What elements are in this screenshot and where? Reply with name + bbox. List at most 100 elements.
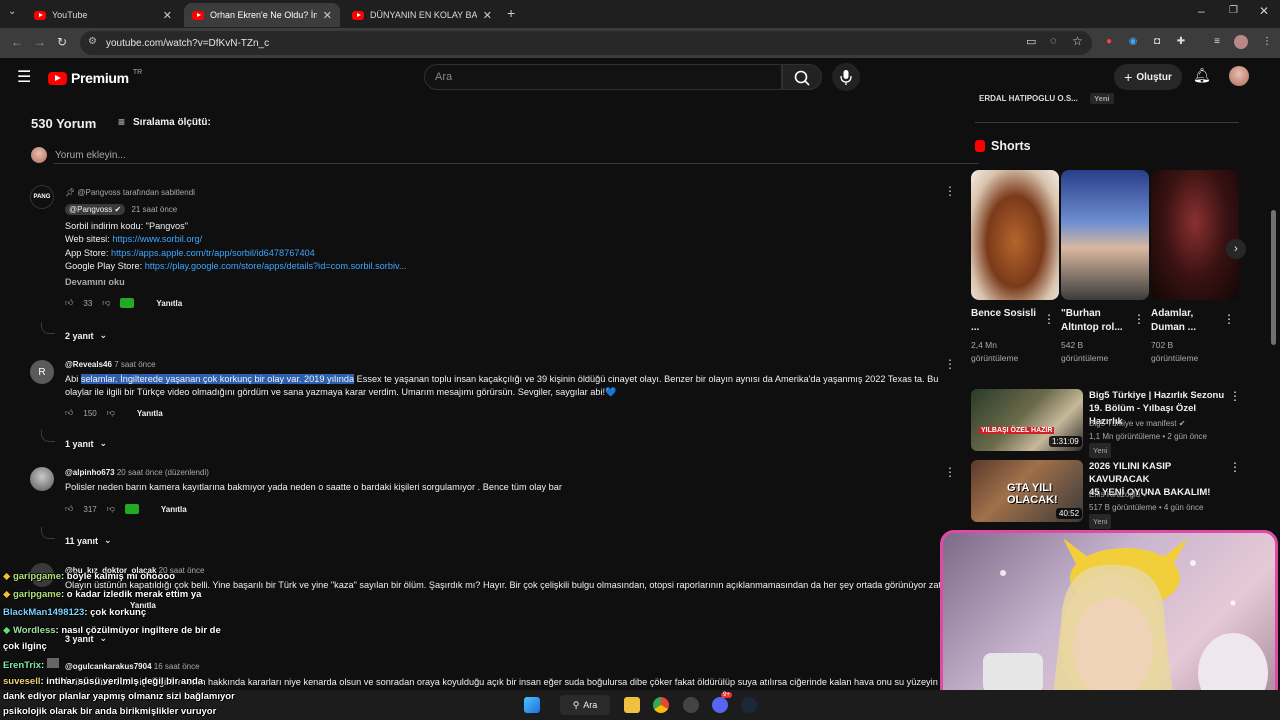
new-tab-icon[interactable]: + bbox=[507, 5, 515, 21]
appstore-link[interactable]: https://apps.apple.com/tr/app/sorbil/id6… bbox=[111, 248, 315, 258]
extension-audio-icon[interactable]: ◉ bbox=[1126, 35, 1140, 49]
replies-toggle[interactable]: 1 yanıt ⌄ bbox=[65, 438, 107, 449]
voice-search-button[interactable] bbox=[832, 63, 860, 91]
like-icon[interactable]: 👍︎ bbox=[65, 504, 73, 514]
tab-youtube[interactable]: YouTube ✕ bbox=[26, 3, 180, 27]
short-menu-icon[interactable]: ⋮ bbox=[1043, 312, 1055, 326]
gplay-link[interactable]: https://play.google.com/store/apps/detai… bbox=[145, 261, 407, 271]
close-icon[interactable]: ✕ bbox=[483, 9, 492, 22]
replies-toggle[interactable]: 2 yanıt ⌄ bbox=[65, 330, 107, 341]
text-segment: Abi bbox=[65, 374, 81, 384]
comment-author[interactable]: @alpinho673 bbox=[65, 468, 115, 477]
chrome-icon[interactable] bbox=[653, 697, 669, 713]
shorts-next-button[interactable]: › bbox=[1226, 239, 1246, 259]
video-thumbnail[interactable]: YILBAŞI ÖZEL HAZIR 1:31:09 bbox=[971, 389, 1083, 451]
tab-active-video[interactable]: Orhan Ekren'e Ne Oldu? İngilte ✕ bbox=[184, 3, 340, 27]
app-gear-icon[interactable] bbox=[683, 697, 699, 713]
notifications-bell-icon[interactable]: 🔔︎ bbox=[1193, 67, 1211, 84]
windows-start-icon[interactable] bbox=[524, 697, 540, 713]
account-avatar[interactable] bbox=[1229, 66, 1249, 86]
search-input[interactable]: Ara bbox=[424, 64, 782, 90]
comment-author[interactable]: @Reveals46 bbox=[65, 360, 112, 369]
add-comment-field[interactable]: Yorum ekleyin... bbox=[31, 147, 979, 164]
video-thumbnail[interactable]: GTA YILI OLACAK! 40:52 bbox=[971, 460, 1083, 522]
reply-button[interactable]: Yanıtla bbox=[137, 409, 163, 418]
reply-button[interactable]: Yanıtla bbox=[161, 505, 187, 514]
reply-button[interactable]: Yanıtla bbox=[156, 299, 182, 308]
web-link[interactable]: https://www.sorbil.org/ bbox=[112, 234, 202, 244]
tab-search-icon[interactable]: ⌄ bbox=[8, 6, 16, 17]
window-close-icon[interactable]: ✕ bbox=[1259, 4, 1269, 18]
bookmark-star-icon[interactable]: ☆ bbox=[1072, 34, 1083, 48]
comment-author-chip[interactable]: @Pangvoss ✔ bbox=[65, 204, 126, 215]
short-title[interactable]: Bence Sosisli ... bbox=[971, 307, 1041, 335]
read-more-link[interactable]: Devamını oku bbox=[65, 276, 125, 289]
hamburger-menu-icon[interactable]: ☰ bbox=[17, 67, 31, 87]
user-avatar[interactable] bbox=[30, 467, 54, 491]
comment-time[interactable]: 16 saat önce bbox=[154, 662, 200, 671]
short-title[interactable]: Adamlar, Duman ... bbox=[1151, 307, 1221, 335]
discord-icon[interactable]: 9+ bbox=[712, 692, 732, 713]
like-icon[interactable]: 👍︎ bbox=[65, 298, 73, 308]
eye-off-icon[interactable]: ◌ bbox=[1050, 35, 1057, 47]
steam-icon[interactable] bbox=[741, 697, 757, 713]
short-title[interactable]: "Burhan Altıntop rol... bbox=[1061, 307, 1131, 335]
profile-avatar-icon[interactable] bbox=[1234, 35, 1248, 49]
tab-label: YouTube bbox=[52, 10, 88, 20]
search-button[interactable] bbox=[782, 64, 822, 90]
video-menu-icon[interactable]: ⋮ bbox=[1229, 460, 1241, 474]
reload-icon[interactable]: ↻ bbox=[57, 35, 67, 49]
back-icon[interactable]: ← bbox=[11, 35, 23, 49]
search-icon: ⚲ bbox=[572, 699, 580, 710]
maximize-icon[interactable]: ❐ bbox=[1229, 5, 1238, 16]
cast-icon[interactable]: ▭ bbox=[1026, 35, 1036, 48]
tab-banka[interactable]: DÜNYANIN EN KOLAY BANKA ✕ bbox=[344, 3, 500, 27]
comment-menu-icon[interactable]: ⋮ bbox=[944, 184, 956, 198]
channel-avatar[interactable]: PANG bbox=[30, 185, 54, 209]
extension-shield-icon[interactable]: ◘ bbox=[1150, 35, 1164, 49]
like-icon[interactable]: 👍︎ bbox=[65, 408, 73, 418]
replies-toggle[interactable]: 11 yanıt ⌄ bbox=[65, 535, 112, 546]
sort-by-button[interactable]: ≡ Sıralama ölçütü: bbox=[118, 115, 211, 129]
short-menu-icon[interactable]: ⋮ bbox=[1223, 312, 1235, 326]
comment-menu-icon[interactable]: ⋮ bbox=[944, 465, 956, 479]
reading-list-icon[interactable]: ≡ bbox=[1210, 35, 1224, 49]
comment-actions: 👍︎ 150 👎︎ Yanıtla bbox=[65, 408, 163, 418]
file-explorer-icon[interactable] bbox=[624, 697, 640, 713]
shorts-title: Shorts bbox=[991, 139, 1031, 153]
channel-line[interactable]: Enis Kirazoglu ✔ bbox=[1089, 488, 1203, 501]
url-field[interactable]: ⚙ youtube.com/watch?v=DfKvN-TZn_c ▭ ◌ ☆ bbox=[80, 31, 1092, 55]
browser-menu-icon[interactable]: ⋮ bbox=[1260, 35, 1274, 49]
extensions-puzzle-icon[interactable]: ✚ bbox=[1174, 35, 1188, 49]
short-thumbnail[interactable] bbox=[1151, 170, 1239, 300]
short-thumbnail[interactable] bbox=[1061, 170, 1149, 300]
site-info-icon[interactable]: ⚙ bbox=[88, 36, 97, 47]
comment-time[interactable]: 21 saat önce bbox=[131, 205, 177, 214]
comment-author[interactable]: @ogulcankarakus7904 bbox=[65, 662, 152, 671]
extension-red-icon[interactable]: ● bbox=[1102, 35, 1116, 49]
page-scrollbar-thumb[interactable] bbox=[1271, 210, 1276, 345]
views-and-date: 517 B görüntüleme • 4 gün önce bbox=[1089, 503, 1204, 512]
close-icon[interactable]: ✕ bbox=[163, 9, 172, 22]
close-icon[interactable]: ✕ bbox=[323, 9, 332, 22]
pin-icon: 📌︎ bbox=[65, 188, 76, 197]
forward-icon[interactable]: → bbox=[34, 35, 46, 49]
dislike-icon[interactable]: 👎︎ bbox=[107, 504, 115, 514]
video-duration: 1:31:09 bbox=[1049, 436, 1082, 447]
comment-menu-icon[interactable]: ⋮ bbox=[944, 357, 956, 371]
minimize-icon[interactable]: – bbox=[1198, 4, 1205, 18]
related-channel-name[interactable]: ERDAL HATIPOGLU O.S... Yeni bbox=[979, 93, 1114, 104]
comment-time[interactable]: 7 saat önce bbox=[114, 360, 155, 369]
create-button[interactable]: + Oluştur bbox=[1114, 64, 1182, 90]
pinned-label: 📌︎ @Pangvoss tarafından sabitlendi bbox=[65, 188, 195, 197]
dislike-icon[interactable]: 👎︎ bbox=[107, 408, 115, 418]
comment-time[interactable]: 20 saat önce (düzenlendi) bbox=[117, 468, 209, 477]
taskbar-search-button[interactable]: ⚲ Ara bbox=[560, 695, 610, 715]
channel-line[interactable]: Big5 Türkiye ve manifest ✔ bbox=[1089, 417, 1207, 430]
short-thumbnail[interactable] bbox=[971, 170, 1059, 300]
dislike-icon[interactable]: 👎︎ bbox=[102, 298, 110, 308]
short-menu-icon[interactable]: ⋮ bbox=[1133, 312, 1145, 326]
youtube-premium-logo[interactable]: Premium TR bbox=[48, 69, 142, 86]
video-menu-icon[interactable]: ⋮ bbox=[1229, 389, 1241, 403]
user-avatar[interactable]: R bbox=[30, 360, 54, 384]
